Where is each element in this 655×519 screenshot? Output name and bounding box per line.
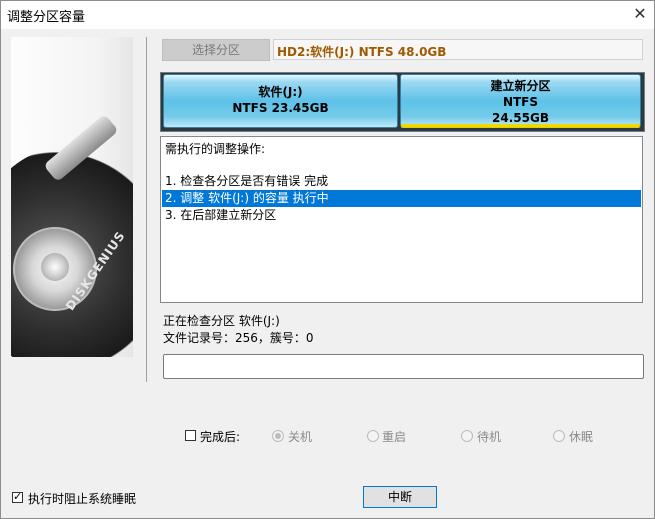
- after-done-checkbox[interactable]: [185, 430, 196, 441]
- status-detail-text: 文件记录号：256，簇号：0: [163, 331, 314, 345]
- operations-header: 需执行的调整操作:: [165, 142, 266, 156]
- title-bar: 调整分区容量 ✕: [1, 1, 654, 29]
- partition-name: 软件(J:): [258, 85, 303, 99]
- partition-layout-bar: 软件(J:) NTFS 23.45GB 建立新分区 NTFS 24.55GB: [160, 72, 645, 132]
- prevent-sleep-label: 执行时阻止系统睡眠: [28, 492, 137, 506]
- status-text: 正在检查分区 软件(J:): [163, 314, 280, 328]
- partition-fs: NTFS: [502, 95, 539, 109]
- partition-size: 24.55GB: [492, 111, 549, 125]
- radio-shutdown-label: 关机: [288, 430, 313, 444]
- disk-hub-graphic: [41, 253, 69, 281]
- select-partition-button[interactable]: 选择分区: [162, 39, 270, 61]
- partition-block-existing[interactable]: 软件(J:) NTFS 23.45GB: [163, 74, 398, 128]
- window-title: 调整分区容量: [7, 10, 86, 25]
- progress-bar: [163, 354, 644, 379]
- partition-name: 建立新分区: [490, 79, 551, 93]
- vertical-divider: [146, 37, 147, 382]
- stop-button[interactable]: 中断: [363, 486, 437, 508]
- resize-partition-dialog: 调整分区容量 ✕ DISKGENIUS 选择分区 HD2:软件(J:) NTFS…: [0, 0, 655, 519]
- list-item[interactable]: 3. 在后部建立新分区: [162, 207, 641, 224]
- radio-hibernate-label: 休眠: [569, 430, 594, 444]
- partition-size: NTFS 23.45GB: [232, 101, 329, 115]
- radio-restart-label: 重启: [382, 430, 407, 444]
- radio-standby-label: 待机: [477, 430, 502, 444]
- partition-block-new[interactable]: 建立新分区 NTFS 24.55GB: [400, 74, 641, 128]
- diskgenius-banner-image: DISKGENIUS: [11, 37, 133, 357]
- disk-info-field: HD2:软件(J:) NTFS 48.0GB: [273, 39, 643, 60]
- operations-list[interactable]: 需执行的调整操作: 1. 检查各分区是否有错误 完成 2. 调整 软件(J:) …: [160, 136, 643, 303]
- disk-info-text: HD2:软件(J:) NTFS 48.0GB: [277, 45, 447, 59]
- list-item[interactable]: 1. 检查各分区是否有错误 完成: [162, 173, 641, 190]
- radio-restart[interactable]: [367, 430, 379, 442]
- radio-shutdown[interactable]: [272, 430, 284, 442]
- list-item-selected[interactable]: 2. 调整 软件(J:) 的容量 执行中: [162, 190, 641, 207]
- radio-hibernate[interactable]: [553, 430, 565, 442]
- after-done-label: 完成后:: [200, 430, 241, 444]
- radio-standby[interactable]: [461, 430, 473, 442]
- prevent-sleep-checkbox[interactable]: [12, 490, 23, 503]
- close-icon[interactable]: ✕: [630, 4, 650, 24]
